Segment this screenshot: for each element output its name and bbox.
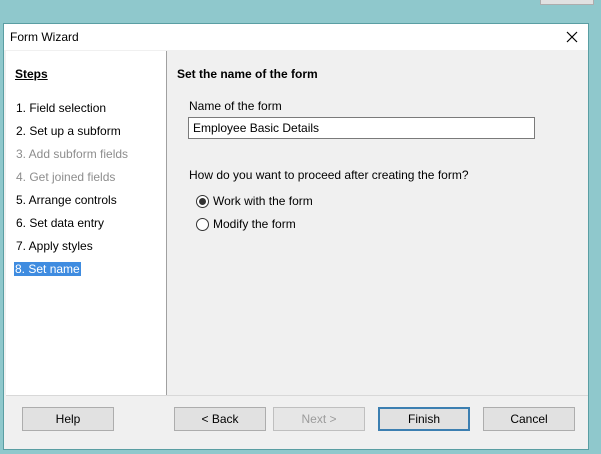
cancel-button[interactable]: Cancel <box>483 407 575 431</box>
page-heading: Set the name of the form <box>177 67 318 81</box>
close-button[interactable] <box>560 25 584 49</box>
step-set-name[interactable]: 8. Set name <box>14 262 81 276</box>
radio-label-modify: Modify the form <box>213 217 296 231</box>
next-button[interactable]: Next > <box>273 407 365 431</box>
help-button[interactable]: Help <box>22 407 114 431</box>
content-panel: Set the name of the form Name of the for… <box>167 51 588 395</box>
step-add-subform-fields: 3. Add subform fields <box>16 147 129 161</box>
radio-button-checked[interactable] <box>196 194 209 208</box>
window-title: Form Wizard <box>10 30 79 44</box>
finish-button[interactable]: Finish <box>378 407 470 431</box>
form-name-input[interactable] <box>188 117 535 139</box>
steps-heading: Steps <box>15 67 48 81</box>
footer-divider <box>6 395 588 396</box>
steps-panel: Steps 1. Field selection 2. Set up a sub… <box>6 51 167 395</box>
desktop-background <box>0 0 601 22</box>
close-icon <box>566 31 578 43</box>
title-bar: Form Wizard <box>4 24 588 50</box>
radio-modify-form[interactable]: Modify the form <box>196 217 296 231</box>
radio-label-work: Work with the form <box>213 194 313 208</box>
step-get-joined-fields: 4. Get joined fields <box>16 170 116 184</box>
radio-work-with-form[interactable]: Work with the form <box>196 194 313 208</box>
form-name-label: Name of the form <box>189 99 282 113</box>
step-arrange-controls[interactable]: 5. Arrange controls <box>15 193 118 207</box>
proceed-question: How do you want to proceed after creatin… <box>189 168 469 182</box>
back-button[interactable]: < Back <box>174 407 266 431</box>
step-set-data-entry[interactable]: 6. Set data entry <box>15 216 105 230</box>
background-window-button <box>540 0 594 5</box>
step-set-up-subform[interactable]: 2. Set up a subform <box>15 124 122 138</box>
step-field-selection[interactable]: 1. Field selection <box>15 101 107 115</box>
step-apply-styles[interactable]: 7. Apply styles <box>15 239 94 253</box>
form-wizard-dialog: Form Wizard Steps 1. Field selection 2. … <box>3 23 589 450</box>
radio-button-unchecked[interactable] <box>196 217 209 231</box>
